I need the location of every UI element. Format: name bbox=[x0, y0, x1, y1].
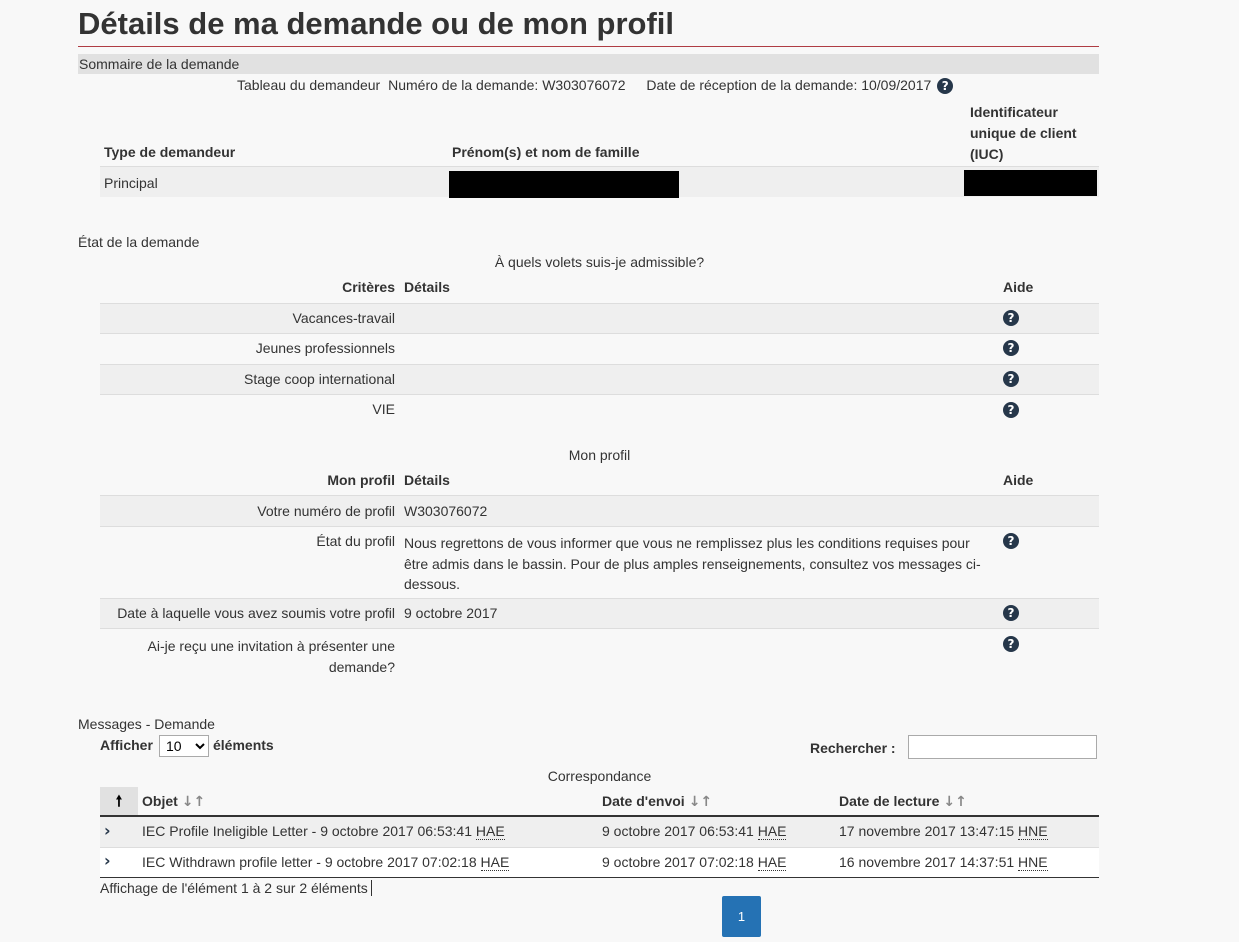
redacted-uci bbox=[964, 170, 1097, 196]
col-header-name: Prénom(s) et nom de famille bbox=[452, 144, 640, 160]
table-bottom-rule bbox=[100, 877, 1099, 878]
question-circle-icon[interactable]: ? bbox=[1003, 402, 1019, 418]
search-input[interactable] bbox=[908, 735, 1097, 759]
received-date: Date de réception de la demande: 10/09/2… bbox=[646, 77, 932, 93]
criteria-label: VIE bbox=[372, 401, 395, 417]
table-divider bbox=[100, 394, 1099, 395]
page-length-select[interactable]: 10 bbox=[159, 735, 209, 757]
timezone-abbr: HAE bbox=[480, 854, 510, 871]
summary-section-title: Sommaire de la demande bbox=[79, 56, 240, 72]
profile-submitted-date: 9 octobre 2017 bbox=[404, 605, 498, 621]
chevron-right-icon[interactable]: › bbox=[104, 851, 111, 870]
chevron-right-icon[interactable]: › bbox=[104, 821, 111, 840]
profile-row-label: Votre numéro de profil bbox=[257, 503, 395, 519]
application-number: Numéro de la demande: W303076072 bbox=[388, 77, 626, 93]
criteria-label: Jeunes professionnels bbox=[255, 340, 395, 356]
eligibility-caption: À quels volets suis-je admissible? bbox=[494, 254, 705, 270]
message-sent-date: 9 octobre 2017 06:53:41 HAE bbox=[602, 823, 787, 840]
col-header-read[interactable]: Date de lecture ↓↑ bbox=[839, 793, 967, 810]
timezone-abbr: HNE bbox=[1018, 823, 1048, 840]
pagination-page-1[interactable]: 1 bbox=[722, 896, 761, 937]
table-info: Affichage de l'élément 1 à 2 sur 2 éléme… bbox=[100, 880, 372, 896]
read-date-text: 17 novembre 2017 13:47:15 bbox=[839, 823, 1015, 839]
summary-table-caption: Tableau du demandeur Numéro de la demand… bbox=[237, 77, 954, 94]
sort-icon: ↓↑ bbox=[181, 794, 206, 810]
question-circle-icon[interactable]: ? bbox=[1003, 605, 1019, 621]
question-circle-icon[interactable]: ? bbox=[937, 78, 954, 94]
read-date-text: 16 novembre 2017 14:37:51 bbox=[839, 854, 1015, 870]
search-label: Rechercher : bbox=[810, 740, 896, 756]
question-circle-icon[interactable]: ? bbox=[1003, 636, 1019, 652]
timezone-abbr: HNE bbox=[1018, 854, 1048, 871]
title-divider bbox=[78, 46, 1099, 47]
question-circle-icon[interactable]: ? bbox=[1003, 340, 1019, 356]
message-subject-text: IEC Profile Ineligible Letter - 9 octobr… bbox=[142, 823, 472, 839]
question-circle-icon[interactable]: ? bbox=[1003, 310, 1019, 326]
profile-row-label: État du profil bbox=[316, 533, 395, 549]
correspondence-caption: Correspondance bbox=[547, 768, 652, 784]
table-info-text: Affichage de l'élément 1 à 2 sur 2 éléme… bbox=[100, 880, 368, 896]
col-header-sent[interactable]: Date d'envoi ↓↑ bbox=[602, 793, 712, 810]
status-section-title: État de la demande bbox=[78, 234, 200, 250]
uci-header-line: Identificateur bbox=[970, 104, 1058, 120]
timezone-abbr: HAE bbox=[757, 823, 787, 840]
summary-section-header: Sommaire de la demande bbox=[78, 54, 1099, 74]
col-header-read-label: Date de lecture bbox=[839, 793, 940, 809]
col-header-type: Type de demandeur bbox=[104, 144, 236, 160]
message-subject[interactable]: IEC Withdrawn profile letter - 9 octobre… bbox=[142, 854, 510, 871]
show-entries-label: Afficher bbox=[100, 737, 153, 753]
question-circle-icon[interactable]: ? bbox=[1003, 533, 1019, 549]
sent-date-text: 9 octobre 2017 06:53:41 bbox=[602, 823, 754, 839]
timezone-abbr: HAE bbox=[475, 823, 505, 840]
col-header-details: Détails bbox=[404, 472, 450, 488]
col-header-help: Aide bbox=[1003, 472, 1034, 488]
col-header-sent-label: Date d'envoi bbox=[602, 793, 685, 809]
applicant-table-label: Tableau du demandeur bbox=[237, 77, 381, 93]
col-header-subject[interactable]: Objet ↓↑ bbox=[142, 793, 205, 810]
profile-caption: Mon profil bbox=[568, 447, 631, 463]
uci-header-line: unique de client bbox=[970, 125, 1077, 141]
redacted-name bbox=[449, 171, 679, 198]
text-cursor bbox=[370, 880, 372, 896]
message-sent-date: 9 octobre 2017 07:02:18 HAE bbox=[602, 854, 787, 871]
message-subject-text: IEC Withdrawn profile letter - 9 octobre… bbox=[142, 854, 477, 870]
table-divider bbox=[100, 526, 1099, 527]
profile-status-text: Nous regrettons de vous informer que vou… bbox=[404, 535, 981, 592]
col-header-help: Aide bbox=[1003, 279, 1034, 295]
col-header-uci: Identificateur unique de client (IUC) bbox=[970, 102, 1077, 165]
col-header-profile: Mon profil bbox=[327, 472, 395, 488]
criteria-label: Vacances-travail bbox=[292, 310, 395, 326]
criteria-label: Stage coop international bbox=[244, 371, 395, 387]
message-read-date: 17 novembre 2017 13:47:15 HNE bbox=[839, 823, 1048, 840]
entries-label: éléments bbox=[213, 737, 274, 753]
sent-date-text: 9 octobre 2017 07:02:18 bbox=[602, 854, 754, 870]
message-read-date: 16 novembre 2017 14:37:51 HNE bbox=[839, 854, 1048, 871]
question-circle-icon[interactable]: ? bbox=[1003, 371, 1019, 387]
applicant-type: Principal bbox=[104, 175, 158, 191]
col-header-subject-label: Objet bbox=[142, 793, 178, 809]
profile-number: W303076072 bbox=[404, 503, 488, 519]
message-subject[interactable]: IEC Profile Ineligible Letter - 9 octobr… bbox=[142, 823, 505, 840]
col-header-criteria: Critères bbox=[342, 279, 395, 295]
page-title: Détails de ma demande ou de mon profil bbox=[78, 6, 674, 41]
sort-icon: ↓↑ bbox=[943, 794, 967, 810]
table-divider bbox=[100, 628, 1099, 629]
timezone-abbr: HAE bbox=[757, 854, 787, 871]
profile-row-label: Ai-je reçu une invitation à présenter un… bbox=[147, 638, 395, 675]
uci-header-line: (IUC) bbox=[970, 146, 1004, 162]
sort-icon: ↓↑ bbox=[688, 794, 713, 810]
col-header-details: Détails bbox=[404, 279, 450, 295]
arrow-up-icon[interactable]: 🠕 bbox=[100, 787, 138, 815]
table-divider bbox=[100, 333, 1099, 334]
profile-row-label: Date à laquelle vous avez soumis votre p… bbox=[117, 605, 395, 621]
messages-section-title: Messages - Demande bbox=[78, 716, 215, 732]
